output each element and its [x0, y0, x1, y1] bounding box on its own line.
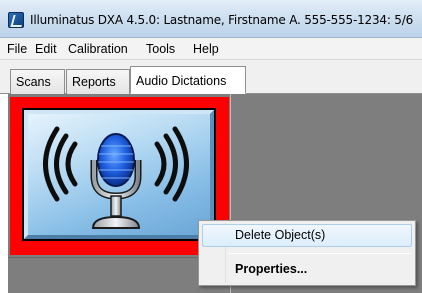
menu-tools[interactable]: Tools [146, 42, 175, 56]
menu-calibration[interactable]: Calibration [68, 42, 128, 56]
thumbnail-button-face [24, 110, 214, 239]
menu-bar: File Edit Calibration Tools Help [0, 38, 422, 60]
context-menu-separator [229, 253, 411, 254]
context-menu: Delete Object(s) Properties... [198, 220, 416, 286]
audio-dictation-thumbnail[interactable] [22, 108, 216, 241]
menu-edit[interactable]: Edit [35, 42, 57, 56]
left-margin [0, 94, 8, 293]
tab-scans[interactable]: Scans [10, 69, 65, 94]
menu-file[interactable]: File [7, 42, 27, 56]
thumbnail-baseline [8, 257, 230, 258]
app-icon[interactable] [8, 12, 24, 28]
selected-thumbnail-highlight[interactable] [10, 97, 229, 255]
tab-audio-dictations[interactable]: Audio Dictations [130, 66, 246, 94]
tab-strip: Scans Reports Audio Dictations [0, 60, 422, 94]
tab-reports[interactable]: Reports [66, 69, 130, 94]
title-bar: Illuminatus DXA 4.5.0: Lastname, Firstna… [0, 0, 422, 38]
window-title: Illuminatus DXA 4.5.0: Lastname, Firstna… [30, 13, 414, 27]
delete-objects-menu-item[interactable]: Delete Object(s) [202, 224, 412, 247]
properties-menu-item[interactable]: Properties... [202, 258, 412, 281]
menu-help[interactable]: Help [193, 42, 219, 56]
microphone-icon [43, 126, 189, 229]
